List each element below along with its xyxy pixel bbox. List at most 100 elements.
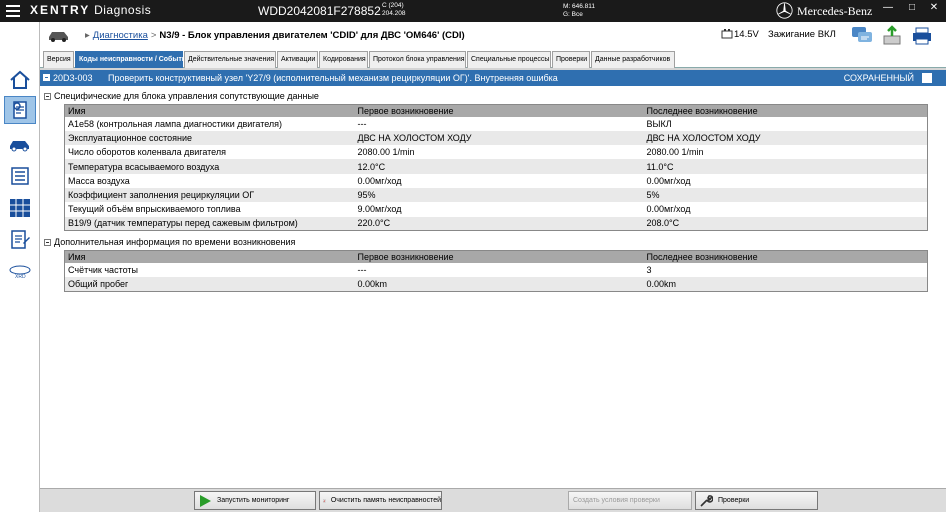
section1-title: Специфические для блока управления сопут… (54, 91, 319, 101)
section2-table: Имя Первое возникновение Последнее возни… (64, 250, 928, 292)
tab-actual-values[interactable]: Действительные значения (184, 51, 276, 68)
clear-fault-memory-button[interactable]: Очистить память неисправностей (319, 491, 442, 510)
tab-strip: Версия Коды неисправности / События Дейс… (40, 48, 946, 68)
section2-title: Дополнительная информация по времени воз… (54, 237, 296, 247)
breadcrumb-current: N3/9 - Блок управления двигателем 'CDID'… (159, 30, 465, 41)
fault-collapse-icon[interactable] (43, 74, 50, 81)
cell-name: Счётчик частоты (64, 262, 355, 277)
table-row: Коэффициент заполнения рециркуляции ОГ 95… (64, 187, 928, 203)
cell-name: Коэффициент заполнения рециркуляции ОГ (64, 187, 355, 203)
cell-name: A1e58 (контрольная лампа диагностики дви… (64, 116, 355, 131)
diagnosis-icon[interactable] (4, 96, 36, 124)
cell-first: 12.0°C (354, 159, 644, 174)
cell-last: ДВС НА ХОЛОСТОМ ХОДУ (643, 130, 928, 146)
table-row: Масса воздуха 0.00мг/ход 0.00мг/ход (64, 173, 928, 188)
tab-special-procedures[interactable]: Специальные процессы (467, 51, 551, 68)
close-window-icon[interactable]: ✕ (928, 3, 940, 13)
cell-name: Эксплуатационное состояние (64, 130, 355, 146)
mileage-line1: M: 646.811 (563, 3, 596, 10)
table-header-row: Имя Первое возникновение Последнее возни… (64, 104, 928, 117)
upload-icon[interactable] (881, 24, 903, 46)
cell-name: Число оборотов коленвала двигателя (64, 145, 355, 160)
fault-code: 20D3-003 (53, 73, 93, 83)
tab-activations[interactable]: Активации (277, 51, 318, 68)
tab-fault-codes[interactable]: Коды неисправности / События (75, 51, 190, 68)
tab-codings[interactable]: Кодирования (319, 51, 368, 68)
table-row: Эксплуатационное состояние ДВС НА ХОЛОСТО… (64, 130, 928, 146)
vin-label: WDD2042081F278852 (258, 4, 381, 18)
model-info: C (204) 204.208 (382, 2, 406, 18)
cell-last: 11.0°C (643, 159, 928, 174)
col-header-last: Последнее возникновение (643, 250, 928, 263)
vehicle-icon[interactable] (4, 130, 36, 158)
col-header-name: Имя (64, 104, 355, 117)
title-bar: XENTRY Diagnosis WDD2042081F278852 C (20… (0, 0, 946, 22)
cell-last: ВЫКЛ (643, 116, 928, 131)
cell-first: 95% (354, 187, 644, 203)
battery-icon (721, 29, 733, 39)
voltage-label: 14.5V (734, 29, 759, 40)
printer-icon[interactable] (911, 24, 933, 46)
table-row: Текущий объём впрыскиваемого топлива 9.00… (64, 202, 928, 217)
checks-button[interactable]: Проверки (695, 491, 818, 510)
cell-first: 0.00km (354, 276, 644, 292)
breadcrumb-diagnosis-link[interactable]: Диагностика (93, 30, 148, 41)
col-header-name: Имя (64, 250, 355, 263)
cell-name: Текущий объём впрыскиваемого топлива (64, 202, 355, 217)
fault-header: 20D3-003 Проверить конструктивный узел '… (40, 70, 946, 86)
tab-control-unit-log[interactable]: Протокол блока управления (369, 51, 466, 68)
section2-collapse-icon[interactable] (44, 239, 51, 246)
svg-text:XRD: XRD (15, 274, 26, 280)
breadcrumb-arrow-icon: ▸ (85, 30, 90, 41)
maximize-icon[interactable]: □ (906, 3, 918, 13)
left-nav: XRD (0, 22, 40, 512)
create-test-conditions-button[interactable]: Создать условия проверки (568, 491, 692, 510)
col-header-first: Первое возникновение (354, 250, 644, 263)
content-area: Специфические для блока управления сопут… (40, 86, 946, 488)
minimize-icon[interactable]: — (882, 3, 894, 13)
cell-first: 220.0°C (354, 216, 644, 231)
cell-first: --- (354, 262, 644, 277)
clear-fault-memory-label: Очистить память неисправностей (330, 497, 441, 504)
checks-label: Проверки (718, 497, 750, 504)
table-row: B19/9 (датчик температуры перед сажевым … (64, 216, 928, 231)
xrd-icon[interactable]: XRD (4, 258, 36, 286)
cell-last: 5% (643, 187, 928, 203)
table-header-row: Имя Первое возникновение Последнее возни… (64, 250, 928, 263)
start-monitoring-label: Запустить мониторинг (217, 497, 290, 504)
col-header-first: Первое возникновение (354, 104, 644, 117)
chat-icon[interactable] (851, 24, 873, 46)
report-icon[interactable] (4, 226, 36, 254)
app-brand-rest: Diagnosis (94, 3, 152, 17)
fault-description: Проверить конструктивный узел 'Y27/9 (ис… (108, 73, 558, 83)
tab-version[interactable]: Версия (43, 51, 74, 68)
mileage-line2: G: Все (563, 11, 583, 18)
cell-last: 0.00мг/ход (643, 173, 928, 188)
footer-toolbar: Запустить мониторинг Очистить память неи… (40, 488, 946, 512)
table-row: Счётчик частоты --- 3 (64, 262, 928, 277)
section1-collapse-icon[interactable] (44, 93, 51, 100)
cell-last: 0.00мг/ход (643, 202, 928, 217)
maker-label: Mercedes-Benz (797, 4, 873, 18)
tab-developer-data[interactable]: Данные разработчиков (591, 51, 675, 68)
cell-last: 2080.00 1/min (643, 145, 928, 160)
grid-icon[interactable] (4, 194, 36, 222)
fault-close-icon[interactable] (922, 73, 932, 83)
car-badge-icon (40, 22, 76, 48)
tab-checks[interactable]: Проверки (552, 51, 590, 68)
cell-first: --- (354, 116, 644, 131)
hamburger-menu-icon[interactable] (6, 5, 20, 17)
cell-first: 0.00мг/ход (354, 173, 644, 188)
list-icon[interactable] (4, 162, 36, 190)
create-test-conditions-label: Создать условия проверки (573, 497, 660, 504)
cell-first: 9.00мг/ход (354, 202, 644, 217)
header-row: ▸ Диагностика > N3/9 - Блок управления двиг… (40, 22, 946, 48)
breadcrumb: ▸ Диагностика > N3/9 - Блок управления двиг… (82, 30, 465, 41)
wrench-icon (700, 494, 713, 507)
model-line1: C (204) (382, 2, 404, 9)
cell-name: B19/9 (датчик температуры перед сажевым … (64, 216, 355, 231)
home-icon[interactable] (4, 66, 36, 94)
cell-name: Температура всасываемого воздуха (64, 159, 355, 174)
start-monitoring-button[interactable]: Запустить мониторинг (194, 491, 316, 510)
cell-first: 2080.00 1/min (354, 145, 644, 160)
